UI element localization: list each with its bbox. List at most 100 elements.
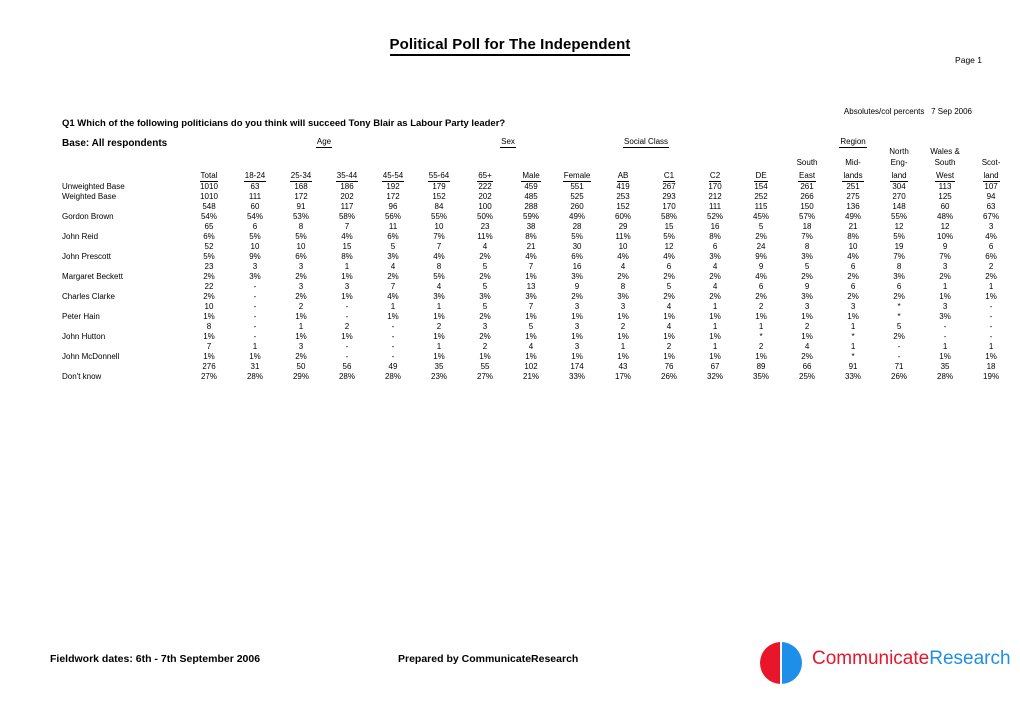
cell-percent: 1% xyxy=(341,292,353,301)
cell-count: 1 xyxy=(712,302,718,311)
cell-percent: 58% xyxy=(661,212,678,221)
cell-count: 66 xyxy=(802,362,812,371)
cell-percent: 5% xyxy=(295,232,307,241)
row-label: Weighted Base xyxy=(62,192,117,201)
row-label: John McDonnell xyxy=(62,352,120,361)
cell-percent: 9% xyxy=(755,252,767,261)
cell-percent: 33% xyxy=(569,372,586,381)
cell-age5564: 35 23% xyxy=(416,362,462,382)
cell-age3544: 1 1% xyxy=(324,262,370,282)
column-header-label: West xyxy=(935,171,956,182)
cell-percent: 1% xyxy=(939,292,951,301)
cell-count: - xyxy=(253,302,257,311)
cell-midlands: 3 1% xyxy=(830,302,876,322)
cell-age4554: 1 1% xyxy=(370,302,416,322)
cell-count: 293 xyxy=(662,192,676,201)
cell-count: 84 xyxy=(434,202,444,211)
cell-count: - xyxy=(943,322,947,331)
cell-southeast: 5 2% xyxy=(784,262,830,282)
cell-male: 459 xyxy=(508,182,554,192)
cell-c2: 4 2% xyxy=(692,282,738,302)
logo-circle-icon xyxy=(760,642,802,684)
cell-percent: 4% xyxy=(847,252,859,261)
cell-age3544: 3 1% xyxy=(324,282,370,302)
cell-count: 2 xyxy=(804,322,810,331)
cell-percent: 2% xyxy=(801,272,813,281)
column-header-label: Male xyxy=(521,171,541,182)
cell-percent: 3% xyxy=(249,272,261,281)
cell-count: 170 xyxy=(708,182,722,191)
cell-percent: 53% xyxy=(292,212,309,221)
cell-count: 2 xyxy=(666,342,672,351)
cell-percent: 5% xyxy=(571,232,583,241)
cell-percent: 1% xyxy=(433,312,445,321)
cell-count: 31 xyxy=(250,362,260,371)
cell-percent: 55% xyxy=(891,212,908,221)
cell-percent: 67% xyxy=(983,212,1000,221)
cell-walessw: 60 48% xyxy=(922,202,968,222)
column-header-c1 xyxy=(646,157,692,168)
cell-age65plus: 23 11% xyxy=(462,222,508,242)
cell-percent: 54% xyxy=(246,212,263,221)
column-header-midlands: Mid- xyxy=(830,157,876,168)
column-header-walessw: West xyxy=(922,168,968,182)
column-header-label: Total xyxy=(199,171,219,182)
cell-count: 8 xyxy=(206,322,212,331)
cell-percent: - xyxy=(989,332,993,341)
row-label: Unweighted Base xyxy=(62,182,125,191)
cell-ab: 1 1% xyxy=(600,342,646,362)
cell-c2: 212 xyxy=(692,192,738,202)
cell-percent: 49% xyxy=(569,212,586,221)
cell-count: 5 xyxy=(482,262,488,271)
column-header-scotland xyxy=(968,146,1014,157)
cell-age4554: 96 56% xyxy=(370,202,416,222)
cell-percent: 49% xyxy=(845,212,862,221)
cell-percent: 5% xyxy=(893,232,905,241)
cell-percent: 10% xyxy=(937,232,954,241)
cell-count: 548 xyxy=(202,202,216,211)
cell-count: 525 xyxy=(570,192,584,201)
cell-percent: 3% xyxy=(571,272,583,281)
cell-age2534: 91 53% xyxy=(278,202,324,222)
cell-total: 52 5% xyxy=(186,242,232,262)
cell-percent: 1% xyxy=(571,352,583,361)
column-header-label: C2 xyxy=(708,171,722,182)
cell-count: 16 xyxy=(572,262,582,271)
cell-de: 252 xyxy=(738,192,784,202)
cell-count: 22 xyxy=(204,282,214,291)
column-header-label: 45-54 xyxy=(381,171,405,182)
cell-count: 2 xyxy=(758,302,764,311)
column-header-ab: AB xyxy=(600,168,646,182)
cell-count: 60 xyxy=(250,202,260,211)
cell-age1824: 31 28% xyxy=(232,362,278,382)
cell-age4554: -- xyxy=(370,342,416,362)
cell-count: - xyxy=(253,282,257,291)
cell-count: 16 xyxy=(710,222,720,231)
cell-count: 261 xyxy=(800,182,814,191)
cell-de: 2 1% xyxy=(738,302,784,322)
cell-percent: 1% xyxy=(709,352,721,361)
cell-count: 76 xyxy=(664,362,674,371)
cell-percent: 1% xyxy=(801,312,813,321)
cell-percent: 4% xyxy=(663,252,675,261)
cell-count: 202 xyxy=(478,192,492,201)
cell-percent: * xyxy=(897,312,901,321)
cell-midlands: 6 2% xyxy=(830,282,876,302)
column-header-label: Wales & xyxy=(930,147,960,156)
cell-count: 7 xyxy=(436,242,442,251)
fieldwork-dates: Fieldwork dates: 6th - 7th September 200… xyxy=(50,653,261,665)
question-text: Q1 Which of the following politicians do… xyxy=(62,118,506,129)
table-row: Unweighted Base 1010 63 168 186 192 179 222 459 5… xyxy=(62,182,1014,192)
cell-percent: 2% xyxy=(479,312,491,321)
cell-count: 19 xyxy=(894,242,904,251)
cell-midlands: 136 49% xyxy=(830,202,876,222)
column-header-northeng: North xyxy=(876,146,922,157)
logo-divider xyxy=(780,642,782,684)
cell-age2534: 3 2% xyxy=(278,262,324,282)
column-header-label: 65+ xyxy=(477,171,493,182)
cell-count: 419 xyxy=(616,182,630,191)
cell-male: 21 4% xyxy=(508,242,554,262)
page-number: Page 1 xyxy=(955,55,982,65)
cell-northeng: -- xyxy=(876,342,922,362)
cell-count: - xyxy=(897,342,901,351)
